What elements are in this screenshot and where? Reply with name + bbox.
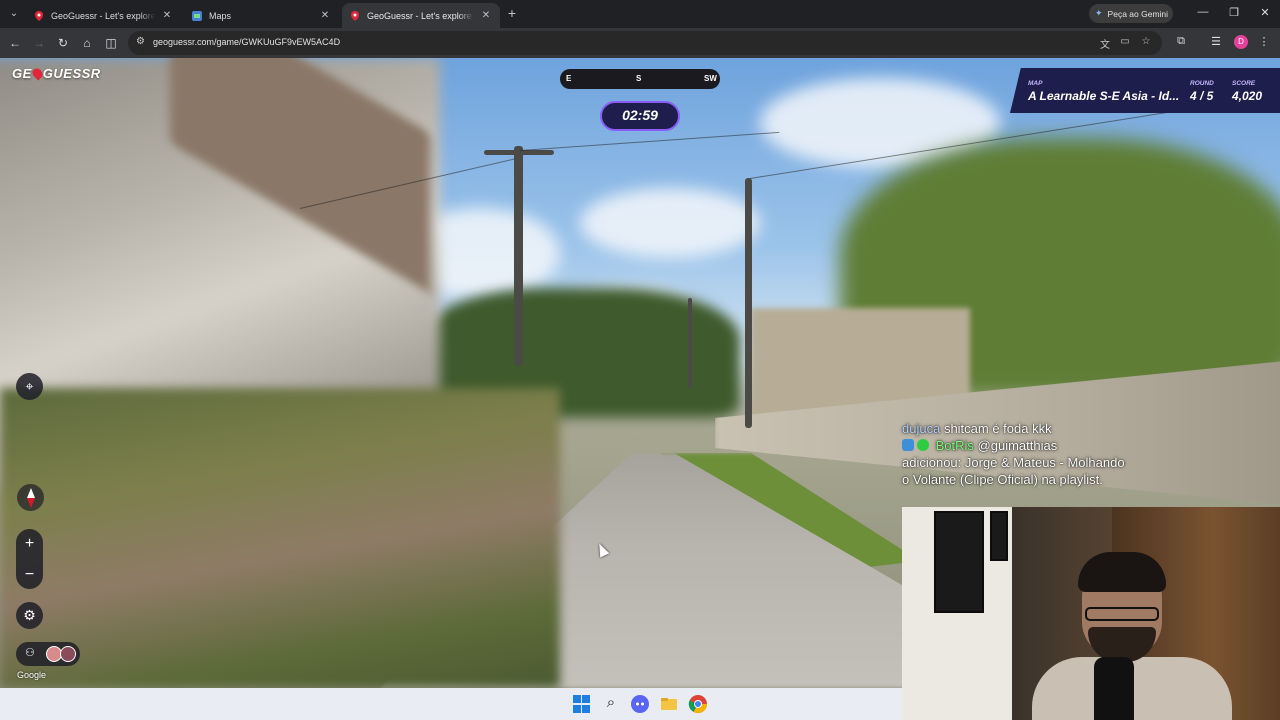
- streamer-glasses: [1085, 607, 1159, 621]
- windows-taskbar: ⌕: [0, 688, 902, 720]
- chat-message: BotRis @guimatthias: [902, 437, 1202, 454]
- round-timer: 02:59: [600, 101, 680, 131]
- site-info-icon[interactable]: ⚙: [136, 36, 145, 47]
- cast-icon[interactable]: ▭: [1118, 36, 1132, 47]
- window-close-icon[interactable]: ✕: [1255, 6, 1275, 19]
- bookmark-star-icon[interactable]: ☆: [1139, 36, 1153, 47]
- more-menu-icon[interactable]: ⋮: [1256, 35, 1272, 48]
- tab-geoguessr-active[interactable]: GeoGuessr - Let's explore the w ✕: [342, 3, 500, 28]
- game-status-panel: MAP A Learnable S-E Asia - Id... ROUND 4…: [1010, 68, 1280, 113]
- badge-icon: [902, 439, 914, 451]
- pole-crossarm: [484, 150, 554, 155]
- return-to-start-pin-icon[interactable]: ⌖: [16, 373, 43, 400]
- profile-avatar[interactable]: D: [1234, 35, 1248, 49]
- home-icon[interactable]: ⌂: [79, 35, 95, 51]
- forward-arrow-icon[interactable]: →: [31, 35, 47, 51]
- restore-icon[interactable]: ❐: [1224, 6, 1244, 19]
- avatar: [60, 646, 76, 662]
- streamer-webcam: [902, 507, 1280, 720]
- compass-needle-icon[interactable]: [17, 484, 44, 511]
- power-line: [519, 131, 780, 151]
- discord-icon[interactable]: [630, 694, 650, 714]
- utility-pole: [688, 298, 692, 388]
- maps-icon: [192, 10, 202, 21]
- tab-maps[interactable]: Maps ✕: [184, 3, 339, 28]
- logo-text: GE: [12, 66, 32, 81]
- tab-close-icon[interactable]: ✕: [480, 10, 492, 21]
- chat-username: dujuca: [902, 421, 941, 436]
- settings-gear-icon[interactable]: ⚙: [16, 602, 43, 629]
- ask-gemini-button[interactable]: ✦ Peça ao Gemini: [1089, 4, 1173, 23]
- browser-toolbar: ← → ↻ ⌂ ◫ ⚙ geoguessr.com/game/GWKUuGF9v…: [0, 28, 1280, 58]
- translate-icon[interactable]: 文: [1098, 36, 1112, 51]
- gemini-label: Peça ao Gemini: [1107, 8, 1169, 19]
- tab-title: GeoGuessr - Let's explore the w: [367, 10, 474, 21]
- stream-chat-overlay: dujuca shitcam é foda kkk BotRis @guimat…: [902, 420, 1202, 488]
- chat-message: dujuca shitcam é foda kkk: [902, 420, 1202, 437]
- minimize-icon[interactable]: —: [1193, 6, 1213, 18]
- compass-left-label: E: [566, 74, 572, 83]
- media-controls-icon[interactable]: ☰: [1208, 35, 1224, 48]
- tab-title: Maps: [209, 10, 232, 21]
- extensions-icon[interactable]: ⧉: [1173, 35, 1189, 48]
- back-arrow-icon[interactable]: ←: [7, 35, 23, 51]
- chat-text: shitcam é foda kkk: [943, 421, 1052, 436]
- score-label: SCORE: [1232, 80, 1256, 87]
- poster-frame: [934, 511, 984, 613]
- new-tab-plus-icon[interactable]: +: [505, 5, 519, 21]
- utility-pole: [514, 146, 523, 366]
- compass-heading-strip: E S SW: [560, 69, 720, 89]
- zoom-out-minus-icon[interactable]: −: [16, 561, 43, 588]
- vegetation: [0, 388, 560, 688]
- round-label: ROUND: [1190, 80, 1214, 87]
- search-icon[interactable]: ⌕: [601, 694, 621, 714]
- chat-text: o Volante (Clipe Oficial) na playlist.: [902, 472, 1103, 487]
- compass-center-label: S: [636, 74, 642, 83]
- cloud: [580, 188, 760, 258]
- map-name: A Learnable S-E Asia - Id...: [1028, 89, 1180, 103]
- party-players-button[interactable]: ⚇: [16, 642, 80, 666]
- round-value: 4 / 5: [1190, 89, 1214, 103]
- reload-icon[interactable]: ↻: [55, 35, 71, 51]
- poster-frame: [990, 511, 1008, 561]
- windows-start-icon[interactable]: [572, 694, 592, 714]
- tab-close-icon[interactable]: ✕: [319, 10, 331, 21]
- gemini-sparkle-icon: ✦: [1095, 8, 1103, 18]
- google-attribution: Google: [17, 670, 47, 680]
- split-view-icon[interactable]: ◫: [103, 35, 119, 51]
- score-value: 4,020: [1232, 89, 1263, 103]
- logo-text: GUESSR: [42, 66, 101, 81]
- address-bar[interactable]: ⚙ geoguessr.com/game/GWKUuGF9vEW5AC4D 文 …: [128, 31, 1162, 55]
- zoom-in-plus-icon[interactable]: +: [16, 530, 43, 557]
- chat-text: @guimatthias: [977, 438, 1058, 453]
- tab-geoguessr-1[interactable]: GeoGuessr - Let's explore the w ✕: [26, 3, 181, 28]
- geoguessr-pin-icon: [351, 10, 359, 21]
- geoguessr-pin-icon: [35, 10, 43, 21]
- compass-right-label: SW: [704, 74, 717, 83]
- chat-username: BotRis: [935, 438, 974, 453]
- people-icon: ⚇: [25, 647, 35, 659]
- streamer-hair: [1078, 552, 1166, 592]
- zoom-controls: + −: [16, 529, 43, 589]
- tab-title: GeoGuessr - Let's explore the w: [51, 10, 155, 21]
- file-explorer-icon[interactable]: [659, 694, 679, 714]
- geoguessr-logo[interactable]: GE GUESSR: [12, 66, 101, 81]
- utility-pole: [745, 178, 752, 428]
- tab-search-chevron-icon[interactable]: ⌄: [5, 5, 23, 23]
- chat-text: adicionou: Jorge & Mateus - Molhando: [902, 455, 1125, 470]
- browser-tab-bar: ⌄ GeoGuessr - Let's explore the w ✕ Maps…: [0, 0, 1280, 28]
- microphone: [1094, 657, 1134, 720]
- tab-close-icon[interactable]: ✕: [161, 10, 173, 21]
- chrome-icon[interactable]: [688, 694, 708, 714]
- map-label: MAP: [1028, 80, 1043, 87]
- url-text[interactable]: geoguessr.com/game/GWKUuGF9vEW5AC4D: [153, 37, 340, 47]
- badge-icon: [917, 439, 929, 451]
